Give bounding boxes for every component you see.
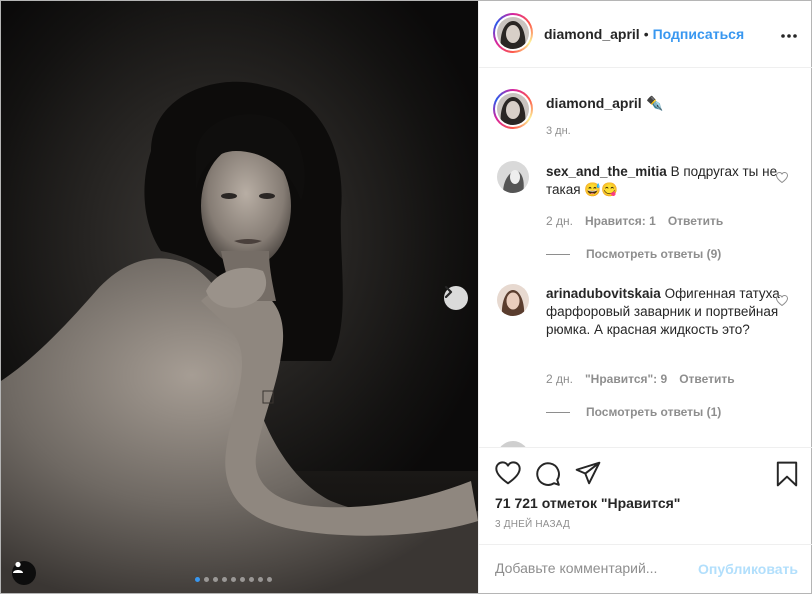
post-sidebar: diamond_april • Подписаться diamond_apri… [478, 1, 812, 593]
comment-time[interactable]: 2 дн. [546, 214, 573, 228]
comment-likes[interactable]: "Нравится": 9 [585, 372, 667, 386]
carousel-indicator [195, 577, 272, 582]
replies-line [546, 411, 570, 413]
comment: sex_and_the_mitia В подругах ты не такая… [546, 163, 786, 199]
carousel-dot [258, 577, 263, 582]
comment-meta: 2 дн. Нравится: 1 Ответить [546, 214, 723, 228]
caption-text: ✒️ [646, 95, 664, 111]
like-button[interactable] [495, 461, 521, 490]
reply-button[interactable]: Ответить [668, 214, 723, 228]
comment-username[interactable]: arinadubovitskaia [546, 286, 661, 301]
view-replies-label: Посмотреть ответы (1) [586, 405, 722, 419]
save-button[interactable] [776, 461, 798, 492]
carousel-dot [240, 577, 245, 582]
post-comment-button[interactable]: Опубликовать [698, 561, 798, 577]
comment-avatar[interactable] [497, 161, 529, 193]
carousel-dot [195, 577, 200, 582]
caption-avatar[interactable] [493, 89, 533, 129]
more-horizontal-icon [781, 34, 797, 38]
caption-avatar-image [497, 93, 529, 125]
like-comment-button[interactable] [775, 170, 789, 188]
comment-time[interactable]: 2 дн. [546, 372, 573, 386]
send-icon [575, 461, 601, 485]
follow-separator: • [643, 26, 649, 42]
heart-icon [775, 294, 789, 307]
comment-icon [536, 462, 560, 486]
comment-avatar-image [497, 161, 529, 193]
carousel-dot [231, 577, 236, 582]
reply-button[interactable]: Ответить [679, 372, 734, 386]
comment-input[interactable] [495, 560, 695, 576]
heart-icon [495, 461, 521, 485]
author-avatar[interactable] [493, 13, 533, 53]
comment-avatar-image [497, 284, 529, 316]
post-date[interactable]: 3 ДНЕЙ НАЗАД [495, 519, 570, 530]
next-slide-button[interactable] [444, 286, 468, 310]
likes-count[interactable]: 71 721 отметок "Нравится" [495, 495, 680, 511]
follow-button[interactable]: Подписаться [653, 26, 745, 42]
comment-composer: Опубликовать [479, 544, 812, 593]
carousel-dot [267, 577, 272, 582]
view-replies-button[interactable]: Посмотреть ответы (9) [546, 247, 721, 261]
view-replies-button[interactable]: Посмотреть ответы (1) [546, 405, 721, 419]
caption-username[interactable]: diamond_april [546, 95, 642, 111]
view-replies-label: Посмотреть ответы (9) [586, 247, 722, 261]
carousel-dot [213, 577, 218, 582]
carousel-dot [204, 577, 209, 582]
carousel-dot [249, 577, 254, 582]
tagged-users-button[interactable] [12, 561, 36, 585]
heart-icon [775, 171, 789, 184]
user-icon [13, 561, 23, 573]
comment-button[interactable] [535, 461, 561, 492]
post-actions: 71 721 отметок "Нравится" 3 ДНЕЙ НАЗАД [479, 447, 812, 543]
comments-list[interactable]: diamond_april ✒️ 3 дн. sex_and_the_mitia… [479, 69, 812, 447]
caption-time[interactable]: 3 дн. [546, 125, 571, 137]
carousel-dot [222, 577, 227, 582]
comment-username[interactable]: sex_and_the_mitia [546, 164, 667, 179]
comment-likes[interactable]: Нравится: 1 [585, 214, 656, 228]
author-username[interactable]: diamond_april [544, 26, 640, 42]
more-options-button[interactable] [780, 23, 798, 44]
bookmark-icon [776, 461, 798, 487]
comment-meta: 2 дн. "Нравится": 9 Ответить [546, 372, 735, 386]
caption: diamond_april ✒️ [546, 95, 664, 113]
comment-avatar[interactable] [497, 284, 529, 316]
chevron-right-icon [444, 286, 453, 298]
post-header: diamond_april • Подписаться [479, 1, 812, 68]
author-avatar-image [497, 17, 529, 49]
like-comment-button[interactable] [775, 293, 789, 311]
post-photo[interactable] [1, 1, 478, 593]
share-button[interactable] [575, 461, 601, 490]
replies-line [546, 253, 570, 255]
comment: arinadubovitskaia Офигенная татуха фарфо… [546, 285, 786, 339]
photo-image [1, 81, 478, 593]
